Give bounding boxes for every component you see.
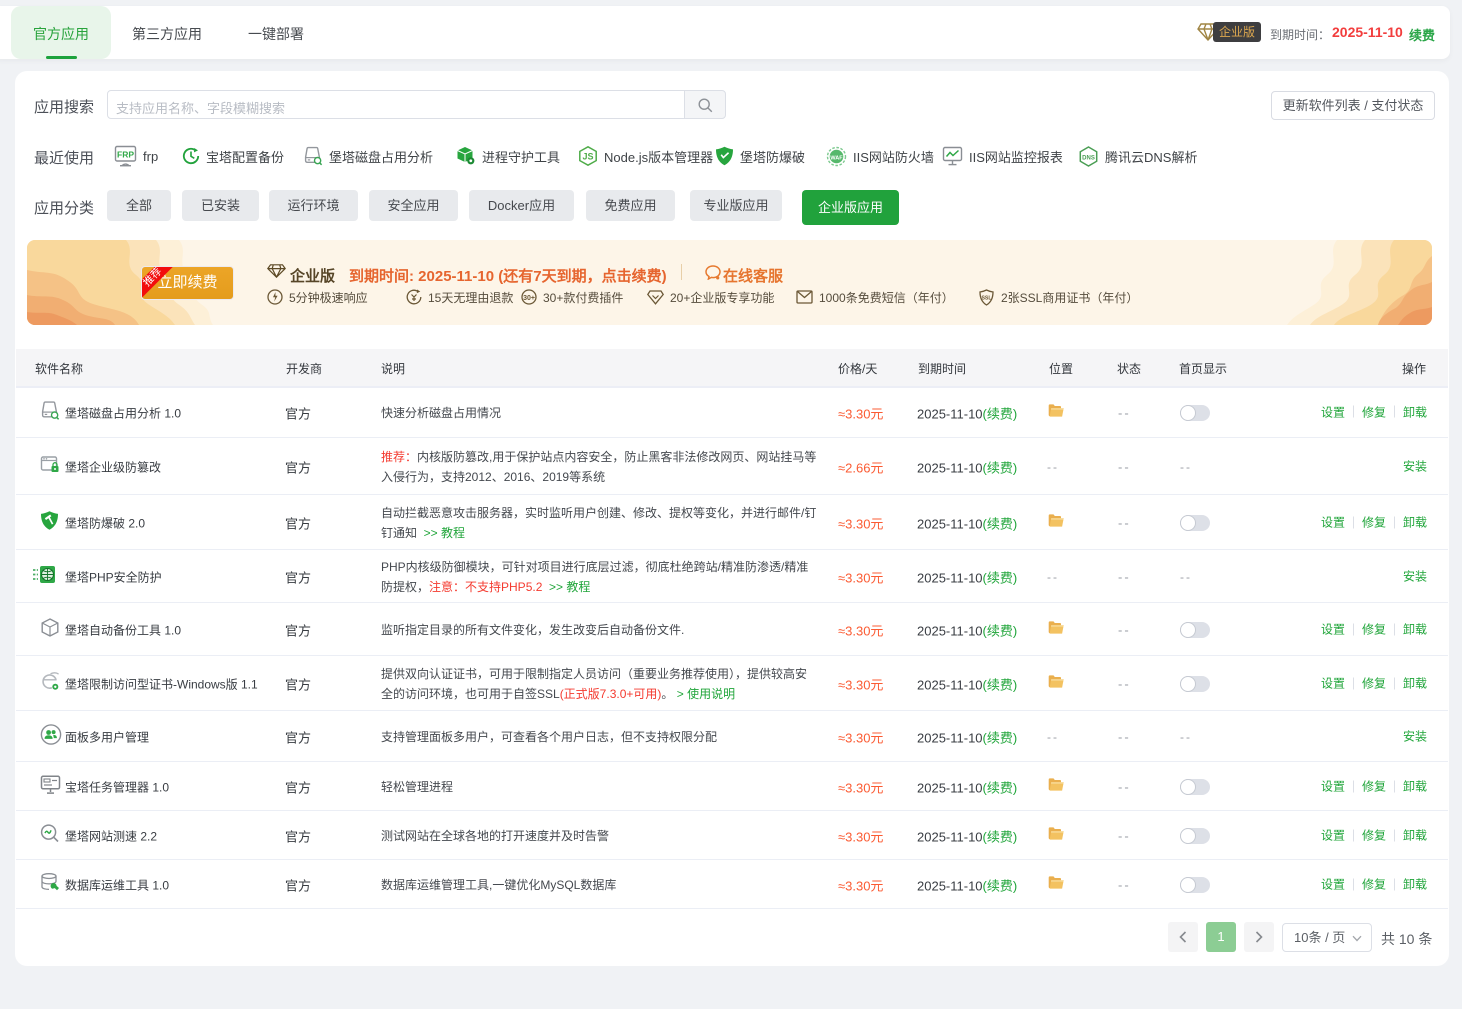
svg-text:DNS: DNS (1082, 155, 1095, 161)
svg-text:WAF: WAF (830, 155, 843, 161)
svg-text:JS: JS (582, 152, 593, 162)
svg-text:30+: 30+ (523, 295, 535, 302)
svg-text:FRP: FRP (117, 150, 134, 160)
svg-text:SSL: SSL (981, 295, 992, 301)
